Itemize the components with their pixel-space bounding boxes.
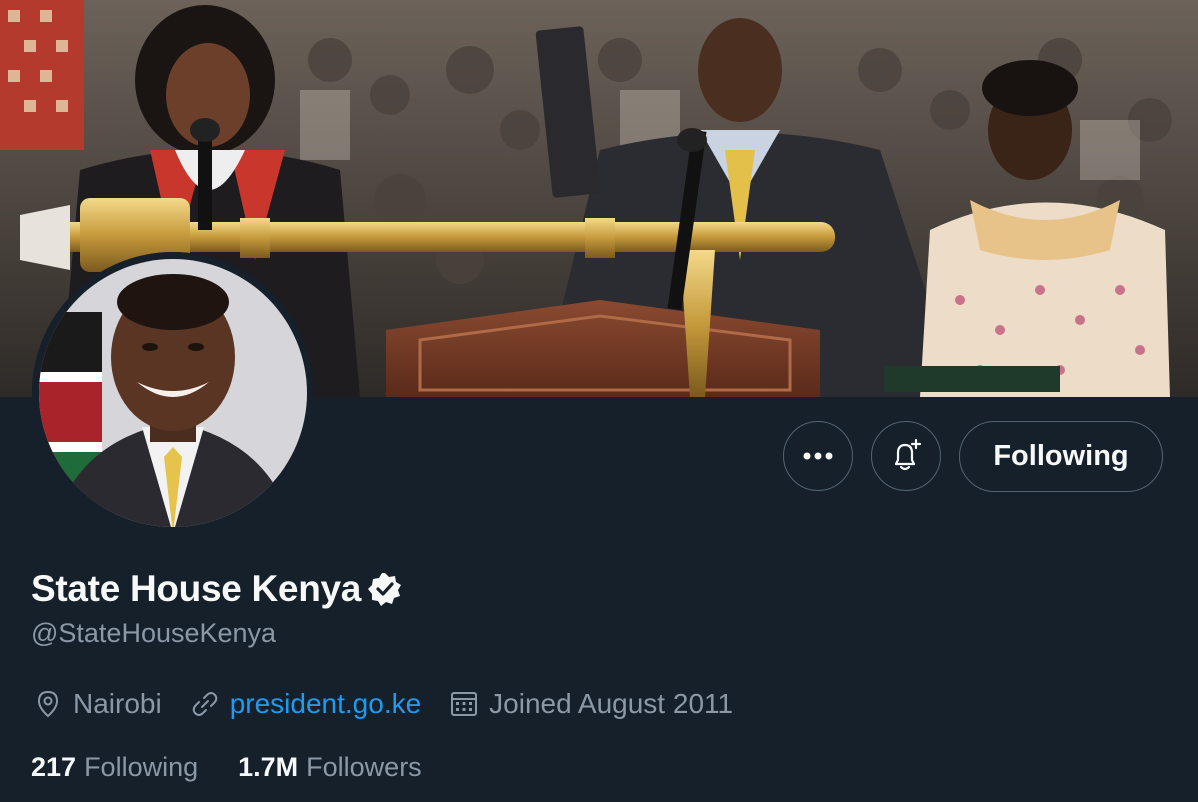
location-text: Nairobi (73, 688, 162, 719)
profile-name-row: State House Kenya (31, 568, 403, 610)
notifications-button[interactable] (871, 421, 941, 491)
followers-count: 1.7M (238, 752, 299, 782)
link-icon (192, 692, 217, 716)
display-name: State House Kenya (31, 568, 362, 609)
profile-page: Following State House Kenya @StateHouseK… (0, 0, 1198, 802)
bell-plus-icon (894, 438, 922, 471)
website-item[interactable]: president.go.ke (190, 688, 421, 720)
following-stat-link[interactable]: 217 Following (31, 752, 198, 783)
profile-stats-row: 217 Following 1.7M Followers (31, 752, 462, 783)
user-handle: @StateHouseKenya (31, 618, 277, 648)
location-pin-icon (37, 690, 59, 718)
website-link[interactable]: president.go.ke (230, 688, 421, 720)
more-icon (803, 452, 833, 460)
location-item: Nairobi (33, 688, 162, 720)
joined-item: Joined August 2011 (449, 688, 733, 720)
followers-label: Followers (306, 752, 422, 782)
avatar-image (32, 252, 314, 534)
calendar-icon (451, 692, 478, 716)
following-count: 217 (31, 752, 77, 782)
verified-badge-icon[interactable] (367, 571, 403, 607)
followers-stat-link[interactable]: 1.7M Followers (238, 752, 422, 783)
following-label: Following (84, 752, 199, 782)
joined-text: Joined August 2011 (489, 688, 734, 719)
profile-avatar[interactable] (32, 252, 314, 534)
profile-meta-row: Nairobi president.go.ke Joined August 20… (33, 688, 761, 720)
following-button[interactable]: Following (959, 421, 1163, 492)
more-options-button[interactable] (783, 421, 853, 491)
